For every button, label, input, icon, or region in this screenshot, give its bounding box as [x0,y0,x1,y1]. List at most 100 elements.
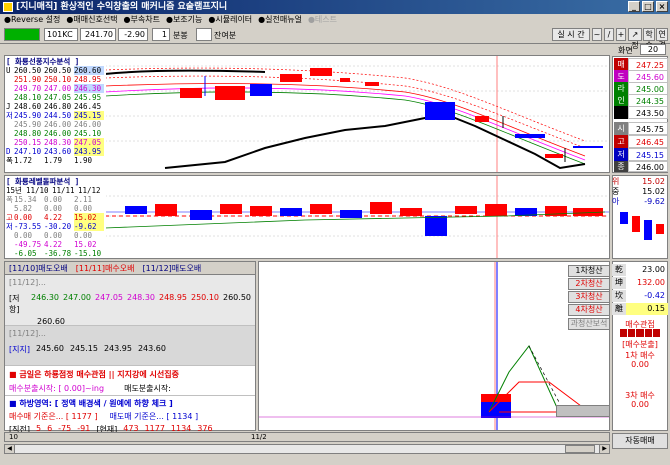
side1-item: 243.50 [614,106,668,119]
chart1-row: 251.90 250.10 248.95 [14,75,102,84]
step-1-button[interactable]: 1차청산 [568,265,610,277]
resist-val: 246.30 [31,293,59,302]
support-val: 243.95 [103,344,132,353]
candles [180,68,603,162]
side1b-item: 종 246.00 [614,161,668,172]
app-icon [3,2,13,12]
horizontal-scrollbar[interactable]: ◀ ▶ [4,444,610,454]
step-4-button[interactable]: 4차청산 [568,304,610,316]
interval-input[interactable]: 1 [152,28,170,41]
chart2-row: 고 0.00 4.22 15.02 [6,213,106,222]
resist-val: 248.95 [159,293,187,302]
side1b-item: 고 246.45 [614,135,668,148]
side1b-item: 저 245.15 [614,148,668,161]
learn-button[interactable]: 학습 [643,28,655,50]
chart1-row: 저 245.90 244.50 245.15 [6,111,106,120]
price-field: 241.70 [80,28,116,41]
code-select[interactable]: 101KC [44,28,78,41]
resist-val: 247.05 [95,293,123,302]
remain-input[interactable] [196,28,212,41]
chart1-row: 249.70 247.00 246.30 [6,84,106,93]
scroll-left-icon[interactable]: ◀ [5,445,15,453]
title-bar: [지니매직] 환상적인 수익창출의 매커니즘 요술램프지니 _ □ × [0,0,670,14]
arrow-button[interactable]: ↗ 정 [628,28,642,50]
interval-unit: 분봉 [173,31,188,40]
plus-button[interactable]: + [616,28,626,41]
side2-item: 아 -9.62 [612,197,665,206]
chart2-row: -49.75 4.22 15.02 [14,240,97,249]
menu-aux[interactable]: ●보조기능 [166,14,202,26]
chart1-table: [ 화룡선풍지수분석 ] U 260.50 260.50 260.60 251.90 2… [6,57,106,165]
support-row: [지지] 245.60 245.15 243.95 243.60 [9,344,251,355]
info-tabs: [11/10]매도오배 [11/11]매수오배 [11/12]매도오배 [5,262,255,275]
change-field: -2.90 [118,28,148,41]
price-chart[interactable]: [ 화룡선풍지수분석 ] U 260.50 260.50 260.60 251.90 2… [4,55,610,173]
scroll-box[interactable] [556,405,610,417]
maximize-button[interactable]: □ [642,1,654,12]
msg-sell: 매도분출시작: [124,384,171,393]
resist-val: 260.50 [223,293,251,302]
auto-trade-button[interactable]: 자동매매 [612,433,668,449]
menu-bar: ●Reverse 설정 ●매매신호선택 ●부속차트 ●보조기능 ●시뮬레이터 ●… [0,14,670,26]
message-section: ■ 금일은 하룡점정 매수관점 || 지지강에 시선집중 매수분출시작: [ 0… [5,365,255,395]
scroll-right-icon[interactable]: ▶ [599,445,609,453]
menu-subchart[interactable]: ●부속차트 [124,14,160,26]
info-panel: [11/10]매도오배 [11/11]매수오배 [11/12]매도오배 [11/… [4,261,256,434]
zone-section: ■ 하방영역: [ 정액 배경색 / 원예에 하향 체크 ] 매수매 기준은..… [5,395,255,434]
side1b-item: 시 245.75 [614,122,668,135]
toolbar: 101KC 241.70 -2.90 1 분봉 잔여분 실 시 간 ~ / + … [0,26,670,50]
tilde-button[interactable]: ~ [592,28,602,41]
chart1-row: 245.90 246.00 246.00 [14,120,102,129]
resist-val: 248.30 [127,293,155,302]
signal-sub: [매수분출] [622,340,658,349]
chart1-row: 248.80 246.00 245.10 [14,129,102,138]
menu-reverse[interactable]: ●Reverse 설정 [4,14,60,26]
right-item: 坤 132.00 [612,277,668,289]
step-2-button[interactable]: 2차청산 [568,278,610,290]
time-axis-left: 10 [9,433,18,441]
support-val: 245.60 [35,344,64,353]
window-title: [지니매직] 환상적인 수익창출의 매커니즘 요술램프지니 [16,2,228,12]
chart1-row: U 260.50 260.50 260.60 [6,66,106,75]
screen-label: 화면 [618,46,633,55]
support-label: [지지] [9,345,30,354]
line-button[interactable]: / [604,28,614,41]
message-title: ■ 금일은 하룡점정 매수관점 || 지지강에 시선집중 [9,370,179,379]
time-axis-mid: 11/2 [251,433,267,441]
chart2-row: 폭 15.34 0.00 2.11 [6,195,93,204]
support-val: 243.60 [137,344,166,353]
chart1-row: 248.10 247.05 245.95 [14,93,102,102]
zone-buy: 매수매 기준은... [ 1177 ] [9,412,98,421]
screen-value[interactable]: 20 [640,44,666,55]
chart1-title: [ 화룡선풍지수분석 ] [6,57,80,66]
menu-manual[interactable]: ●실전매뉴얼 [258,14,302,26]
menu-test[interactable]: ●테스트 [308,14,337,26]
zone-title: ■ 하방영역: [ 정액 배경색 / 원예에 하향 체크 ] [9,399,173,408]
chart1-row: D 247.10 243.60 243.95 [6,147,106,156]
tab-1110[interactable]: [11/10]매도오배 [9,262,68,274]
resist-head: [11/12]... [9,278,46,287]
tab-1111[interactable]: [11/11]매수오배 [76,262,135,274]
resist-row: [저항] 246.30 247.00 247.05 248.30 248.95 … [9,293,251,315]
remain-label: 잔여분 [214,31,237,40]
time-axis: 10 11/2 [4,432,610,442]
scroll-thumb[interactable] [565,445,595,453]
chart2-title: [ 화룡레벨돌파분석 ] [6,177,80,186]
menu-signal[interactable]: ●매매신호선택 [66,14,117,26]
menu-simulator[interactable]: ●시뮬레이터 [208,14,252,26]
tab-1112[interactable]: [11/12]매도오배 [143,262,202,274]
step-3-button[interactable]: 3차청산 [568,291,610,303]
connect-button[interactable]: 연결 [656,28,668,50]
step-over-button[interactable]: 과청산보석 [568,318,610,330]
level-chart[interactable]: [ 화룡레벨돌파분석 ] 15년 11/10 11/11 11/12 폭 15.34 0.… [4,175,610,259]
realtime-button[interactable]: 실 시 간 [552,28,590,41]
minimize-button[interactable]: _ [628,1,640,12]
chart1-row: 폭 1.72 1.79 1.90 [6,156,93,165]
chart2-row: -6.05 -36.78 -15.10 [14,249,102,258]
chart2-row: 0.00 0.00 0.00 [14,231,93,240]
resist-section: [11/12]... [저항] 246.30 247.00 247.05 248… [5,275,255,326]
signal-first-value: 0.00 [631,360,649,369]
close-button[interactable]: × [656,1,668,12]
zone-row: 매수매 기준은... [ 1177 ] 매도매 기준은... [ 1134 ] [9,411,251,422]
resist-label: [저항] [9,294,20,314]
